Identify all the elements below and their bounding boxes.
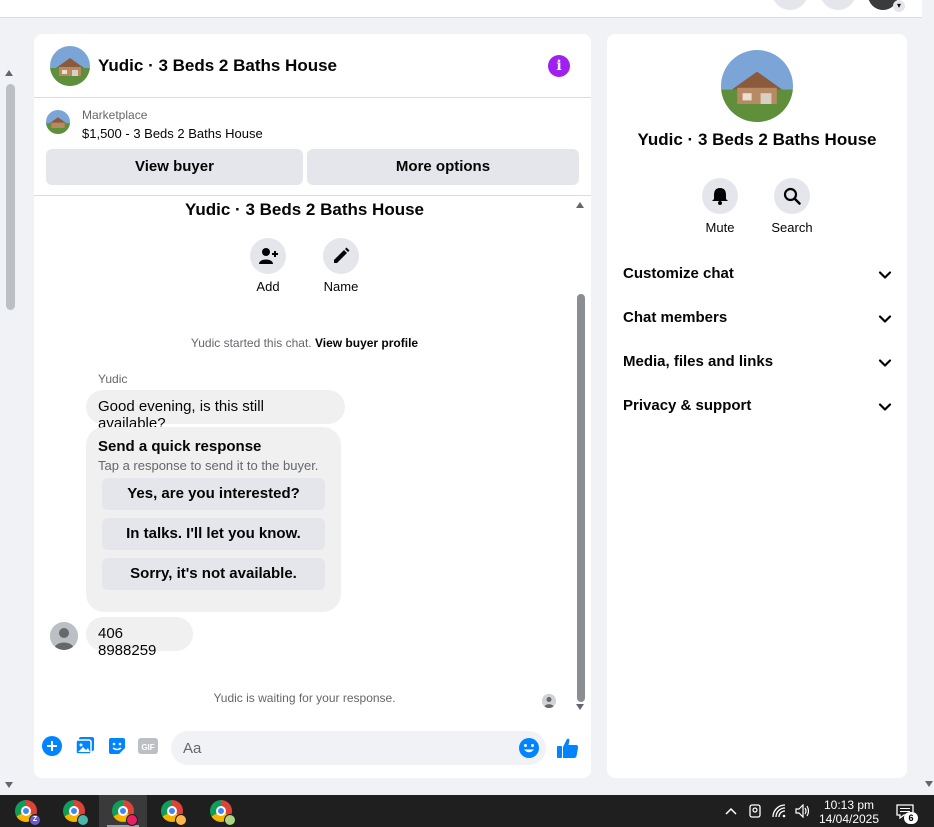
taskbar-chrome-app[interactable]: [50, 795, 98, 827]
section-customize-chat[interactable]: Customize chat: [623, 265, 893, 289]
quick-response-title: Send a quick response: [98, 438, 262, 455]
chat-window: Yudic · 3 Beds 2 Baths House i Marketpla…: [34, 34, 591, 778]
chrome-icon: [210, 800, 236, 826]
message-input[interactable]: [171, 731, 546, 765]
scrollbar-thumb[interactable]: [6, 84, 15, 310]
quick-response-option[interactable]: Sorry, it's not available.: [102, 558, 325, 590]
add-people-button[interactable]: Add: [238, 238, 298, 294]
scroll-up-arrow-icon[interactable]: [5, 70, 13, 76]
taskbar-chrome-app-active[interactable]: [99, 795, 147, 827]
page-scrollbar[interactable]: [0, 68, 20, 792]
photo-icon[interactable]: [74, 735, 96, 757]
quick-response-option[interactable]: Yes, are you interested?: [102, 478, 325, 510]
chevron-up-icon[interactable]: [722, 795, 740, 827]
quick-response-option[interactable]: In talks. I'll let you know.: [102, 518, 325, 550]
profile-badge: Z: [29, 814, 41, 826]
taskbar-chrome-app[interactable]: [197, 795, 245, 827]
more-options-button[interactable]: More options: [307, 149, 579, 185]
sender-avatar[interactable]: [50, 622, 78, 650]
wifi-icon[interactable]: [770, 795, 790, 827]
chat-started-notice: Yudic started this chat. View buyer prof…: [190, 336, 419, 350]
profile-badge: [224, 814, 236, 826]
house-avatar[interactable]: [50, 46, 90, 86]
top-navigation-bar: ▾: [0, 0, 922, 18]
scroll-up-arrow-icon[interactable]: [576, 202, 584, 208]
thumbs-up-icon[interactable]: [556, 736, 580, 760]
listing-source-label: Marketplace: [82, 108, 148, 122]
taskbar-chrome-app[interactable]: Z: [2, 795, 50, 827]
house-avatar[interactable]: [721, 50, 793, 122]
sticker-icon[interactable]: [106, 735, 128, 757]
sender-name: Yudic: [98, 372, 128, 386]
search-label: Search: [771, 220, 813, 235]
chevron-down-icon: [878, 271, 892, 279]
section-chat-members[interactable]: Chat members: [623, 309, 893, 333]
waiting-notice: Yudic is waiting for your response.: [213, 691, 396, 705]
bell-icon: [712, 188, 728, 205]
chevron-down-icon: [878, 359, 892, 367]
system-clock[interactable]: 10:13 pm 14/04/2025: [812, 798, 886, 826]
chrome-icon: Z: [15, 800, 41, 826]
thread-scrollbar-thumb[interactable]: [577, 294, 585, 702]
gif-icon[interactable]: GIF: [137, 735, 159, 757]
chevron-down-icon: [878, 315, 892, 323]
chrome-icon: [161, 800, 187, 826]
chat-header: Yudic · 3 Beds 2 Baths House i: [34, 34, 591, 98]
clock-time: 10:13 pm: [823, 798, 875, 812]
chrome-icon: [112, 800, 138, 826]
listing-thumbnail[interactable]: [46, 110, 70, 134]
volume-icon[interactable]: [793, 795, 813, 827]
name-chat-button[interactable]: Name: [311, 238, 371, 294]
info-icon[interactable]: i: [548, 55, 570, 77]
notification-count-badge: 6: [904, 812, 918, 824]
profile-badge: [175, 814, 187, 826]
incoming-message[interactable]: Good evening, is this still available?: [86, 390, 345, 432]
chevron-down-icon: [878, 403, 892, 411]
quick-response-subtitle: Tap a response to send it to the buyer.: [98, 458, 319, 473]
section-media-files-links[interactable]: Media, files and links: [623, 353, 893, 377]
clock-date: 14/04/2025: [818, 812, 880, 826]
meet-now-icon[interactable]: [746, 795, 764, 827]
menu-button[interactable]: [772, 0, 808, 10]
add-label: Add: [256, 279, 280, 294]
incoming-message[interactable]: 406 8988259: [86, 617, 193, 659]
chat-info-panel: Yudic · 3 Beds 2 Baths House Mute Search…: [607, 34, 907, 778]
chrome-icon: [63, 800, 89, 826]
chat-title[interactable]: Yudic · 3 Beds 2 Baths House: [98, 56, 337, 76]
emoji-icon[interactable]: [518, 737, 540, 759]
scroll-down-arrow-icon[interactable]: [576, 704, 584, 710]
messenger-button[interactable]: [820, 0, 856, 10]
taskbar-chrome-app[interactable]: [148, 795, 196, 827]
info-panel-title: Yudic · 3 Beds 2 Baths House: [637, 130, 877, 149]
quick-response-card: Send a quick response Tap a response to …: [86, 427, 341, 612]
name-label: Name: [323, 279, 359, 294]
scroll-down-arrow-icon[interactable]: [925, 781, 933, 787]
profile-badge: [77, 814, 89, 826]
mute-button[interactable]: Mute: [690, 178, 750, 235]
listing-price-title[interactable]: $1,500 - 3 Beds 2 Baths House: [82, 126, 263, 141]
add-person-icon: [259, 248, 278, 264]
profile-badge: [126, 814, 138, 826]
search-button[interactable]: Search: [762, 178, 822, 235]
section-privacy-support[interactable]: Privacy & support: [623, 397, 893, 421]
conversation-title: Yudic · 3 Beds 2 Baths House: [184, 200, 424, 219]
plus-icon[interactable]: [41, 735, 63, 757]
windows-taskbar: Z 10:13 pm 14/04/2025 6: [0, 795, 934, 827]
message-composer: GIF: [34, 728, 591, 768]
scroll-down-arrow-icon[interactable]: [5, 782, 13, 788]
mute-label: Mute: [705, 220, 735, 235]
view-buyer-profile-link[interactable]: View buyer profile: [315, 336, 418, 350]
search-icon: [783, 187, 801, 205]
message-thread: Yudic · 3 Beds 2 Baths House Add Name Yu…: [34, 196, 591, 716]
view-buyer-button[interactable]: View buyer: [46, 149, 303, 185]
svg-text:GIF: GIF: [141, 743, 154, 752]
pencil-icon: [334, 247, 350, 263]
marketplace-listing-banner: Marketplace $1,500 - 3 Beds 2 Baths Hous…: [34, 98, 591, 196]
chevron-down-icon[interactable]: ▾: [893, 0, 905, 12]
